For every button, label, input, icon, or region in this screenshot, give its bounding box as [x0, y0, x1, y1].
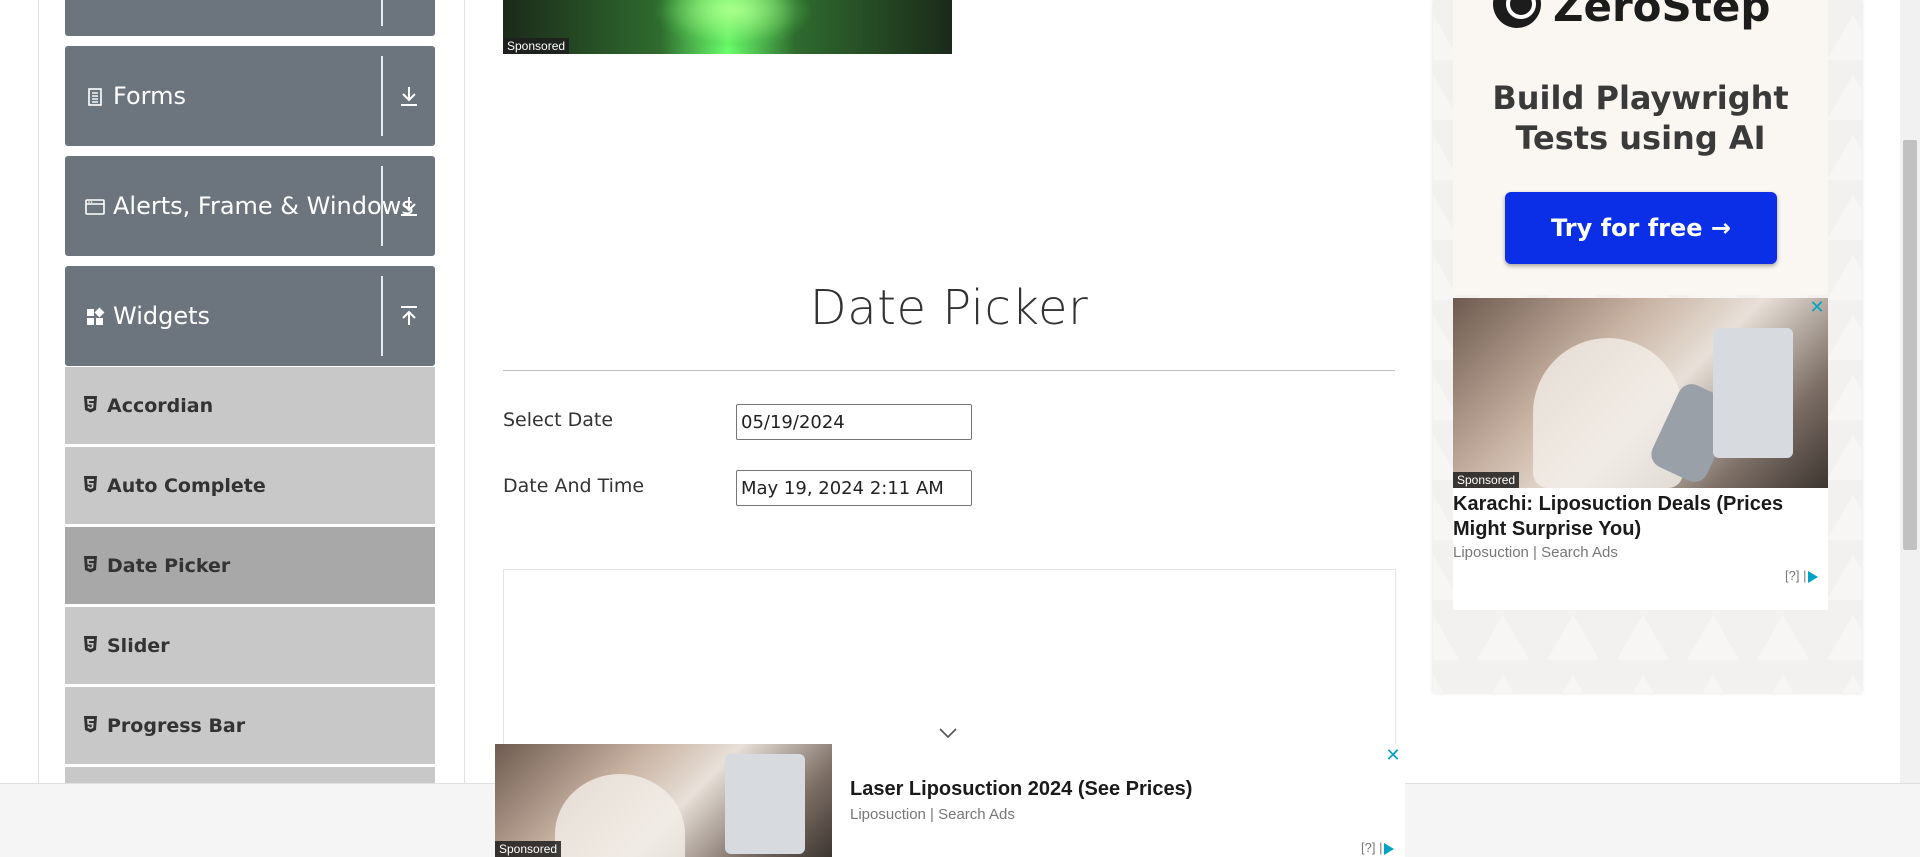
- group-label-widgets: Widgets: [113, 302, 211, 330]
- adchoices-icon[interactable]: [?] |: [1785, 568, 1819, 583]
- adchoices-label: [?]: [1361, 840, 1376, 855]
- sidebar-item-accordian[interactable]: Accordian: [65, 367, 435, 445]
- html5-icon: [84, 636, 97, 653]
- form-icon: [88, 88, 102, 106]
- sponsored-tag: Sponsored: [495, 841, 562, 857]
- page-title: Date Picker: [809, 280, 1089, 336]
- right-advertisement[interactable]: ZeroStep Build Playwright Tests using AI…: [1433, 0, 1862, 693]
- html5-icon: [84, 476, 97, 493]
- image-glow: [653, 0, 813, 50]
- sidebar-item-label: Accordian: [107, 395, 214, 417]
- sidebar-item-label: Slider: [107, 635, 170, 657]
- html5-icon: [84, 556, 97, 573]
- sidebar-item-auto-complete[interactable]: Auto Complete: [65, 447, 435, 525]
- image-figure: [555, 774, 685, 857]
- adchoices-triangle-icon: [1384, 842, 1395, 855]
- upload-arrow-icon[interactable]: [397, 304, 421, 328]
- download-arrow-icon[interactable]: [397, 84, 421, 108]
- image-device: [1713, 328, 1793, 458]
- group-divider: [381, 0, 383, 26]
- bottom-ad-image[interactable]: Sponsored: [495, 744, 832, 857]
- sponsored-tag: Sponsored: [503, 38, 570, 54]
- image-device: [725, 754, 805, 854]
- group-header-alerts[interactable]: Alerts, Frame & Windows: [65, 156, 435, 256]
- page: Forms Alerts, Frame & Windows Widgets Ac…: [0, 0, 1920, 857]
- ad-title[interactable]: Karachi: Liposuction Deals (Prices Might…: [1453, 492, 1828, 542]
- zerostep-brand: ZeroStep: [1553, 0, 1771, 31]
- date-time-label: Date And Time: [503, 475, 645, 497]
- zerostep-logo-icon: [1493, 0, 1541, 28]
- ad-source: Liposuction | Search Ads: [1453, 544, 1618, 561]
- download-arrow-icon[interactable]: [397, 194, 421, 218]
- title-divider: [503, 370, 1395, 371]
- bottom-advertisement[interactable]: Sponsored ✕ Laser Liposuction 2024 (See …: [495, 744, 1405, 857]
- group-header-forms[interactable]: Forms: [65, 46, 435, 146]
- group-label-forms: Forms: [113, 82, 186, 110]
- group-divider: [381, 276, 383, 356]
- zerostep-ad[interactable]: ZeroStep Build Playwright Tests using AI…: [1453, 0, 1828, 295]
- group-header-elements[interactable]: [65, 0, 435, 36]
- close-icon[interactable]: ✕: [1384, 747, 1402, 765]
- left-column-border-right: [464, 0, 465, 783]
- select-date-input[interactable]: [736, 404, 972, 440]
- adchoices-icon[interactable]: [?] |: [1361, 840, 1395, 855]
- chevron-down-icon[interactable]: [938, 726, 958, 740]
- close-icon[interactable]: ✕: [1808, 299, 1826, 317]
- window-icon: [85, 199, 105, 215]
- sidebar-item-progress-bar[interactable]: Progress Bar: [65, 687, 435, 765]
- group-divider: [381, 166, 383, 246]
- left-column-border-left: [38, 0, 39, 783]
- adchoices-triangle-icon: [1808, 570, 1819, 583]
- date-time-input[interactable]: [736, 470, 972, 506]
- liposuction-ad-image[interactable]: Sponsored: [1453, 298, 1828, 488]
- group-label-alerts: Alerts, Frame & Windows: [113, 192, 414, 220]
- widgets-icon: [87, 307, 105, 325]
- sponsored-tag: Sponsored: [1453, 472, 1520, 488]
- zerostep-headline: Build Playwright Tests using AI: [1492, 79, 1789, 157]
- try-for-free-button[interactable]: Try for free →: [1505, 192, 1777, 264]
- group-header-widgets[interactable]: Widgets: [65, 266, 435, 366]
- sidebar-item-slider[interactable]: Slider: [65, 607, 435, 685]
- bottom-ad-source: Liposuction | Search Ads: [850, 806, 1015, 823]
- bottom-ad-title[interactable]: Laser Liposuction 2024 (See Prices): [850, 778, 1192, 801]
- sidebar-item-date-picker[interactable]: Date Picker: [65, 527, 435, 605]
- sidebar-item-label: Date Picker: [107, 555, 231, 577]
- group-divider: [381, 56, 383, 136]
- sponsored-image[interactable]: Sponsored: [503, 0, 952, 54]
- html5-icon: [84, 396, 97, 413]
- scrollbar-thumb[interactable]: [1903, 140, 1917, 550]
- sidebar-item-label: Auto Complete: [107, 475, 266, 497]
- sidebar-item-label: Progress Bar: [107, 715, 246, 737]
- adchoices-label: [?]: [1785, 568, 1800, 583]
- liposuction-ad-card[interactable]: Sponsored ✕ Karachi: Liposuction Deals (…: [1453, 298, 1828, 610]
- html5-icon: [84, 716, 97, 733]
- select-date-label: Select Date: [503, 409, 614, 431]
